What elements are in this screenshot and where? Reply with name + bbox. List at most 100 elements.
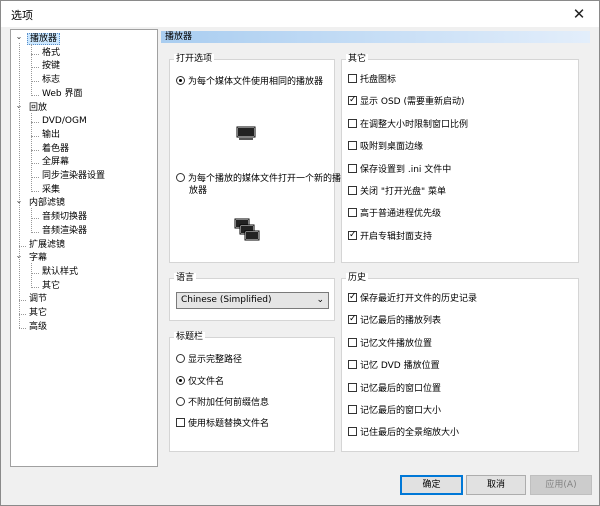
titlebar-group-title: 标题栏	[174, 332, 206, 343]
tree-connector	[31, 231, 39, 233]
tree-item[interactable]: 标志	[40, 74, 62, 87]
ok-button[interactable]: 确定	[400, 475, 463, 495]
tree-item[interactable]: 按键	[40, 60, 62, 73]
use-title-checkbox[interactable]: 使用标题替换文件名	[176, 418, 269, 430]
other-checkbox[interactable]: 在调整大小时限制窗口比例	[348, 118, 468, 131]
history-checkbox[interactable]: 记住最后的全景缩放大小	[348, 427, 459, 439]
window-title: 选项	[11, 9, 33, 22]
tree-item[interactable]: 其它	[40, 280, 62, 293]
show-full-path-radio[interactable]: 显示完整路径	[176, 354, 242, 366]
tree-item[interactable]: 扩展滤镜	[27, 239, 67, 252]
history-checkbox[interactable]: 记忆最后的窗口位置	[348, 382, 442, 395]
tree-item[interactable]: 采集	[40, 184, 62, 197]
tree-connector	[31, 208, 32, 233]
cancel-button[interactable]: 取消	[466, 475, 526, 495]
tree-connector	[31, 67, 39, 69]
checkbox-box	[348, 382, 357, 392]
tree-connector	[19, 43, 20, 328]
other-checkbox[interactable]: 开启专辑封面支持	[348, 229, 433, 243]
tree-item-label: 回放	[29, 102, 48, 113]
other-group: 其它 托盘图标显示 OSD (需要重新启动) 在调整大小时限制窗口比例吸附到桌面边…	[341, 54, 579, 263]
options-tree[interactable]: 播放器 ⌄ 格式 按键 标志 Web 界面 回放 ⌄ DVD/OGM 输出 着色器 全屏幕 同步渲染器设…	[10, 29, 158, 467]
tree-item[interactable]: 全屏幕	[40, 156, 71, 169]
tree-item[interactable]: 格式	[40, 47, 62, 60]
title-bar: 选项 ✕	[1, 1, 599, 27]
apply-button[interactable]: 应用(A)	[530, 475, 592, 495]
radio-dot	[176, 76, 185, 85]
open-new-player-radio-line2: 放器	[189, 185, 207, 197]
checkbox-box	[348, 186, 357, 195]
tree-connector	[19, 300, 26, 302]
radio-label: 为每个播放的媒体文件打开一个新的播放	[188, 174, 351, 184]
tree-connector	[31, 218, 39, 220]
single-monitor-icon	[236, 126, 256, 140]
tree-item[interactable]: 同步渲染器设置	[40, 170, 107, 183]
radio-dot	[176, 354, 185, 363]
checkbox-label: 保存设置到 .ini 文件中	[360, 164, 452, 175]
checkbox-label: 记忆最后的窗口大小	[360, 406, 442, 416]
tree-item-label: 高级	[29, 321, 48, 332]
other-checkbox[interactable]: 关闭 "打开光盘" 菜单	[348, 186, 446, 198]
history-checkbox[interactable]: 记忆文件播放位置	[348, 337, 433, 350]
other-checkbox[interactable]: 吸附到桌面边缘	[348, 141, 423, 153]
tree-item[interactable]: DVD/OGM	[40, 115, 89, 128]
checkbox-label: 开启专辑封面支持	[360, 231, 433, 242]
filename-only-radio[interactable]: 仅文件名	[176, 376, 224, 388]
radio-dot	[176, 397, 185, 406]
close-button[interactable]: ✕	[559, 1, 599, 27]
checkbox-label: 记忆最后的窗口位置	[360, 383, 442, 394]
radio-label: 仅文件名	[188, 377, 225, 387]
tree-item[interactable]: 着色器	[40, 143, 71, 156]
open-new-player-radio[interactable]: 为每个播放的媒体文件打开一个新的播放	[176, 173, 350, 185]
tree-item[interactable]: 音频切换器	[40, 211, 89, 224]
chevron-down-icon[interactable]: ⌄	[15, 33, 23, 41]
open-same-player-radio[interactable]: 为每个媒体文件使用相同的播放器	[176, 76, 323, 88]
radio-dot	[176, 376, 185, 385]
tree-item-label: 扩展滤镜	[29, 239, 66, 250]
tree-item-label: 调节	[29, 294, 48, 305]
tree-item-label: Web 界面	[42, 88, 83, 99]
checkbox-label: 记住最后的全景缩放大小	[360, 428, 460, 439]
other-checkbox[interactable]: 保存设置到 .ini 文件中	[348, 163, 452, 176]
history-checkbox[interactable]: 记忆最后的窗口大小	[348, 405, 441, 417]
tree-item[interactable]: 内部滤镜	[27, 197, 67, 210]
no-prefix-radio[interactable]: 不附加任何前缀信息	[176, 397, 269, 409]
tree-connector	[31, 163, 39, 165]
tree-item[interactable]: Web 界面	[40, 88, 84, 101]
other-checkbox[interactable]: 高于普通进程优先级	[348, 208, 441, 220]
tree-item[interactable]: 高级	[27, 321, 49, 334]
tree-item[interactable]: 调节	[27, 293, 49, 306]
tree-item[interactable]: 音频渲染器	[40, 225, 89, 238]
tree-item[interactable]: 默认样式	[40, 266, 80, 279]
history-checkbox[interactable]: 保存最近打开文件的历史记录	[348, 291, 478, 305]
other-checkbox[interactable]: 显示 OSD (需要重新启动)	[348, 94, 465, 108]
language-select[interactable]: Chinese (Simplified) ⌄	[176, 292, 329, 309]
other-checkbox[interactable]: 托盘图标	[348, 74, 396, 86]
page-title: 播放器	[165, 32, 193, 42]
checkbox-label: 托盘图标	[360, 75, 397, 85]
checkbox-label: 保存最近打开文件的历史记录	[360, 294, 478, 304]
tree-connector	[19, 327, 26, 329]
checkbox-box	[348, 360, 357, 370]
tree-item-label: 音频切换器	[42, 212, 88, 223]
language-selected-value: Chinese (Simplified)	[181, 295, 272, 305]
history-checkbox[interactable]: 记忆最后的播放列表	[348, 313, 441, 327]
checkbox-label: 显示 OSD (需要重新启动)	[360, 97, 465, 108]
titlebar-group: 标题栏 显示完整路径 仅文件名 不附加任何前缀信息 使用标题替换文件名	[169, 332, 335, 452]
tree-item-label: 其它	[42, 280, 61, 291]
tree-item[interactable]: 其它	[27, 307, 49, 320]
radio-dot	[176, 173, 185, 182]
checkbox-box	[348, 118, 357, 128]
checkbox-label: 高于普通进程优先级	[360, 209, 442, 220]
language-group: 语言 Chinese (Simplified) ⌄	[169, 273, 335, 321]
checkbox-label: 关闭 "打开光盘" 菜单	[360, 187, 447, 197]
history-checkbox[interactable]: 记忆 DVD 播放位置	[348, 360, 440, 372]
tree-connector	[31, 53, 39, 55]
history-group-title: 历史	[346, 273, 369, 284]
tree-connector	[31, 81, 39, 83]
tree-connector	[31, 272, 39, 274]
tree-item-label: 按键	[42, 61, 61, 72]
tree-item[interactable]: 输出	[40, 129, 62, 142]
tree-connector	[31, 149, 39, 151]
checkbox-label: 记忆文件播放位置	[360, 338, 433, 349]
